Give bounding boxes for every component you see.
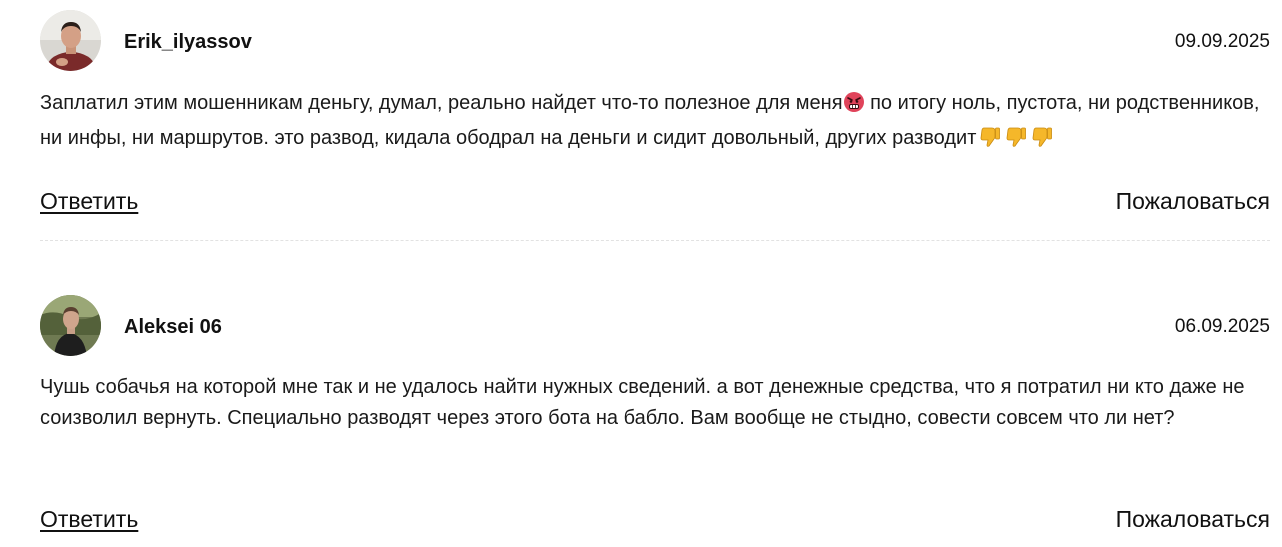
comment-date: 09.09.2025: [1174, 31, 1270, 52]
comment-text-part: Заплатил этим мошенникам деньгу, думал, …: [40, 92, 843, 114]
thumbs-down-icon: [1028, 126, 1054, 158]
comment-actions: Ответить Пожаловаться: [40, 506, 1270, 536]
comment-text: Чушь собачья на которой мне так и не уда…: [40, 376, 1245, 429]
comment-actions: Ответить Пожаловаться: [40, 188, 1270, 218]
comment-header: Aleksei 06 06.09.2025: [40, 295, 1270, 357]
comment-item: Aleksei 06 06.09.2025 Чушь собачья на ко…: [40, 295, 1270, 532]
thumbs-down-icon: [976, 126, 1002, 158]
comment-header: Erik_ilyassov 09.09.2025: [40, 10, 1270, 72]
avatar[interactable]: [40, 295, 101, 356]
comment-date: 06.09.2025: [1174, 316, 1270, 337]
report-link[interactable]: Пожаловаться: [1116, 506, 1270, 533]
comment-text: Заплатил этим мошенникам деньгу, думал, …: [40, 88, 1268, 158]
reply-link[interactable]: Ответить: [40, 506, 138, 533]
avatar[interactable]: [40, 10, 101, 71]
report-link[interactable]: Пожаловаться: [1116, 188, 1270, 215]
comment-item: Erik_ilyassov 09.09.2025 Заплатил этим м…: [40, 10, 1270, 214]
comment-author: Aleksei 06: [124, 316, 222, 338]
thumbs-down-icon: [1002, 126, 1028, 158]
angry-face-icon: [843, 91, 865, 123]
comment-divider: [40, 240, 1270, 241]
reply-link[interactable]: Ответить: [40, 188, 138, 215]
comment-author: Erik_ilyassov: [124, 31, 252, 53]
